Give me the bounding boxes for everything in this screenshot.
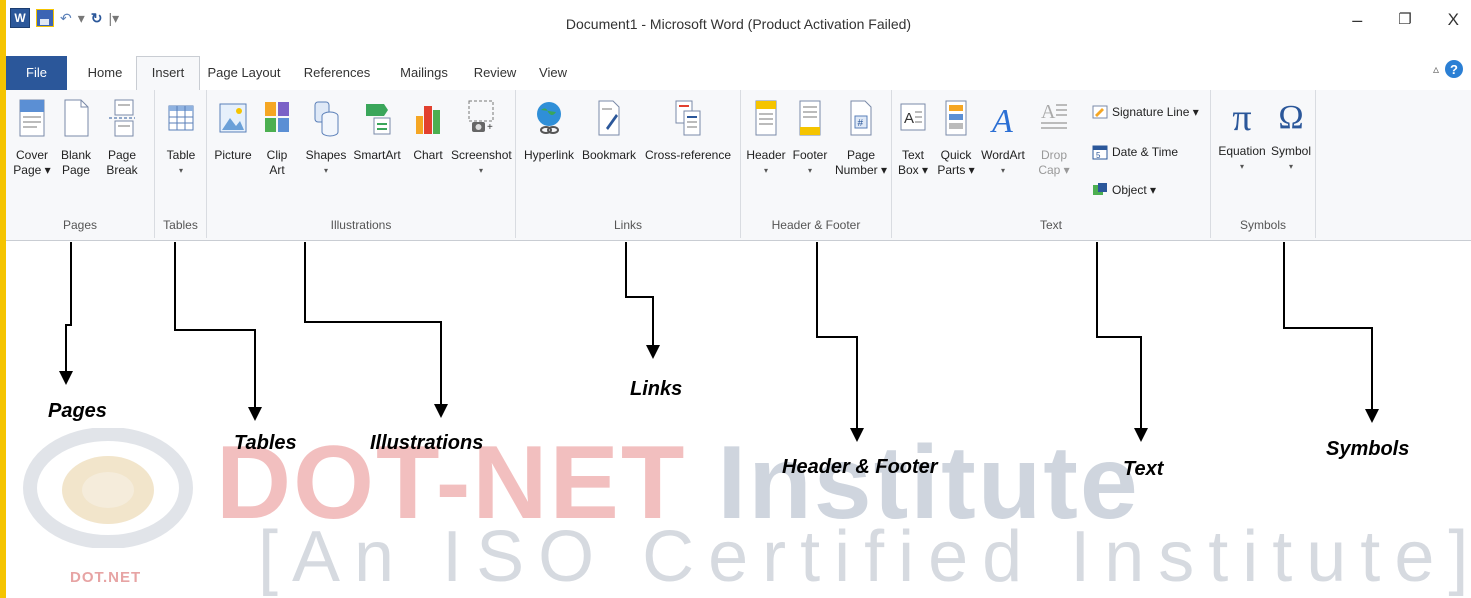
arrowhead-text	[1134, 428, 1148, 442]
arrow-line-links	[625, 242, 654, 347]
callout-illustrations: Illustrations	[370, 432, 484, 454]
callout-tables: Tables	[234, 432, 297, 454]
arrow-line-tables	[174, 242, 256, 409]
callout-arrows	[59, 242, 1379, 442]
callout-symbols: Symbols	[1326, 438, 1410, 460]
arrowhead-links	[646, 345, 660, 359]
arrowhead-symbols	[1365, 409, 1379, 423]
arrowhead-tables	[248, 407, 262, 421]
arrow-line-header-footer	[816, 242, 858, 430]
callout-text: Text	[1123, 458, 1164, 480]
arrowhead-pages	[59, 371, 73, 385]
callout-header-footer: Header & Footer	[782, 456, 938, 478]
arrowhead-illustrations	[434, 404, 448, 418]
arrow-line-pages	[65, 242, 72, 373]
callout-pages: Pages	[48, 400, 107, 422]
arrow-line-illustrations	[304, 242, 442, 406]
arrow-line-symbols	[1283, 242, 1373, 411]
arrow-line-text	[1096, 242, 1142, 430]
callout-links: Links	[630, 378, 683, 400]
arrowhead-header-footer	[850, 428, 864, 442]
